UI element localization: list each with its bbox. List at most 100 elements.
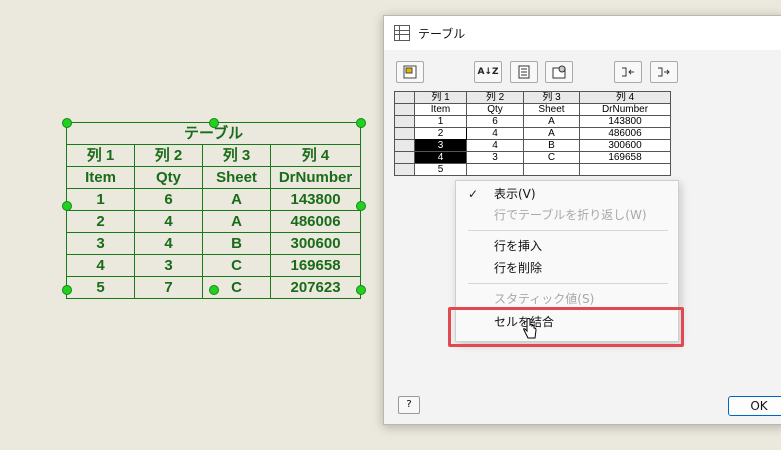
help-icon: ?	[406, 399, 412, 410]
checkmark-icon: ✓	[468, 187, 479, 201]
grid-cell[interactable]: Qty	[466, 103, 524, 116]
drawing-table-cell: A	[202, 210, 271, 233]
grid-cell[interactable]: C	[523, 151, 580, 164]
drawing-table-cell: 1	[66, 188, 135, 211]
drawing-table-cell: Qty	[134, 166, 203, 189]
grid-column-header[interactable]: 列 3	[523, 91, 580, 104]
highlight-box	[448, 307, 684, 347]
drawing-table-cell: 5	[66, 276, 135, 299]
menu-item-delete-row[interactable]: 行を削除	[456, 258, 678, 278]
drawing-table-cell: DrNumber	[269, 166, 362, 189]
drawing-table-row: Item Qty Sheet DrNumber	[66, 166, 362, 189]
drawing-table-header: 列 4	[269, 144, 362, 167]
drawing-table-cell: 300600	[269, 232, 362, 255]
append-column-button[interactable]	[650, 61, 678, 83]
grid-row: 1 6 A 143800	[394, 115, 671, 128]
grid-cell[interactable]: DrNumber	[579, 103, 671, 116]
grid-cell[interactable]: 4	[466, 139, 524, 152]
grid-row: 4 3 C 169658	[394, 151, 671, 164]
menu-separator	[468, 230, 668, 231]
help-button[interactable]: ?	[398, 396, 420, 414]
grid-cell[interactable]	[466, 163, 524, 176]
drawing-table[interactable]: テーブル 列 1 列 2 列 3 列 4 Item Qty Sheet DrNu…	[65, 122, 362, 299]
drawing-table-cell: 3	[134, 254, 203, 277]
selection-grip[interactable]	[209, 118, 219, 128]
grid-row-header[interactable]	[394, 127, 415, 140]
menu-item-wrap-table[interactable]: 行でテーブルを折り返し(W)	[456, 205, 678, 225]
menu-item-static-value[interactable]: スタティック値(S)	[456, 289, 678, 309]
insert-column-button[interactable]	[614, 61, 642, 83]
linked-view-button[interactable]	[396, 61, 424, 83]
grid-cell[interactable]	[523, 163, 580, 176]
menu-item-insert-row[interactable]: 行を挿入	[456, 236, 678, 256]
grid-cell[interactable]: 5	[414, 163, 467, 176]
grid-cell[interactable]: 143800	[579, 115, 671, 128]
selection-grip[interactable]	[356, 118, 366, 128]
drawing-table-cell: 6	[134, 188, 203, 211]
menu-item-label: スタティック値(S)	[494, 292, 595, 306]
grid-cell[interactable]: A	[523, 115, 580, 128]
menu-item-label: 行でテーブルを折り返し(W)	[494, 208, 647, 222]
sort-button[interactable]: A↓Z	[474, 61, 502, 83]
insert-column-icon	[622, 67, 634, 77]
grid-cell[interactable]: 3	[466, 151, 524, 164]
drawing-table-cell: B	[202, 232, 271, 255]
mouse-cursor-icon	[523, 318, 537, 339]
grid-row-header[interactable]	[394, 115, 415, 128]
grid-cell[interactable]: A	[523, 127, 580, 140]
grid-row: 5	[394, 163, 671, 176]
grid-cell-selected[interactable]: 4	[414, 151, 467, 164]
grid-cell[interactable]: 1	[414, 115, 467, 128]
drawing-table-cell: 207623	[269, 276, 362, 299]
column-format-button[interactable]	[510, 61, 538, 83]
grid-row-header[interactable]	[394, 103, 415, 116]
drawing-table-cell: Sheet	[202, 166, 271, 189]
append-column-icon	[658, 67, 670, 77]
grid-cell[interactable]: B	[523, 139, 580, 152]
grid-column-header[interactable]: 列 4	[579, 91, 671, 104]
selection-grip[interactable]	[62, 285, 72, 295]
grid-cell[interactable]: 6	[466, 115, 524, 128]
drawing-table-cell: 4	[66, 254, 135, 277]
column-format-icon	[518, 65, 530, 79]
grid-cell[interactable]	[579, 163, 671, 176]
properties-button[interactable]	[545, 61, 573, 83]
selection-grip[interactable]	[356, 285, 366, 295]
drawing-table-row: 4 3 C 169658	[66, 254, 362, 277]
table-grid[interactable]: 列 1 列 2 列 3 列 4 Item Qty Sheet DrNumber …	[394, 91, 671, 176]
grid-column-header[interactable]: 列 1	[414, 91, 467, 104]
grid-cell[interactable]: Sheet	[523, 103, 580, 116]
dialog-titlebar[interactable]: テーブル	[384, 16, 781, 50]
drawing-table-header: 列 1	[66, 144, 135, 167]
grid-row: 2 4 A 486006	[394, 127, 671, 140]
table-icon	[394, 25, 410, 41]
grid-cell[interactable]: 300600	[579, 139, 671, 152]
grid-corner[interactable]	[394, 91, 415, 104]
grid-cell[interactable]: 169658	[579, 151, 671, 164]
grid-row-header[interactable]	[394, 163, 415, 176]
grid-column-header[interactable]: 列 2	[466, 91, 524, 104]
selection-grip[interactable]	[209, 285, 219, 295]
menu-item-label: 表示(V)	[494, 187, 536, 201]
grid-cell[interactable]: 4	[466, 127, 524, 140]
selection-grip[interactable]	[62, 118, 72, 128]
dialog-title: テーブル	[418, 26, 466, 41]
drawing-table-cell: C	[202, 254, 271, 277]
grid-cell-selected[interactable]: 3	[414, 139, 467, 152]
menu-item-show[interactable]: ✓ 表示(V)	[456, 184, 678, 204]
selection-grip[interactable]	[356, 201, 366, 211]
grid-row-header[interactable]	[394, 139, 415, 152]
menu-item-label: 行を挿入	[494, 239, 543, 253]
drawing-table-row: 1 6 A 143800	[66, 188, 362, 211]
grid-cell[interactable]: 2	[414, 127, 467, 140]
selection-grip[interactable]	[62, 201, 72, 211]
ok-button[interactable]: OK	[728, 396, 781, 416]
drawing-table-row: 3 4 B 300600	[66, 232, 362, 255]
grid-header-row: 列 1 列 2 列 3 列 4	[394, 91, 671, 104]
drawing-table-cell: 169658	[269, 254, 362, 277]
grid-cell[interactable]: 486006	[579, 127, 671, 140]
grid-row-header[interactable]	[394, 151, 415, 164]
drawing-table-cell: 2	[66, 210, 135, 233]
properties-icon	[552, 65, 566, 79]
grid-cell[interactable]: Item	[414, 103, 467, 116]
